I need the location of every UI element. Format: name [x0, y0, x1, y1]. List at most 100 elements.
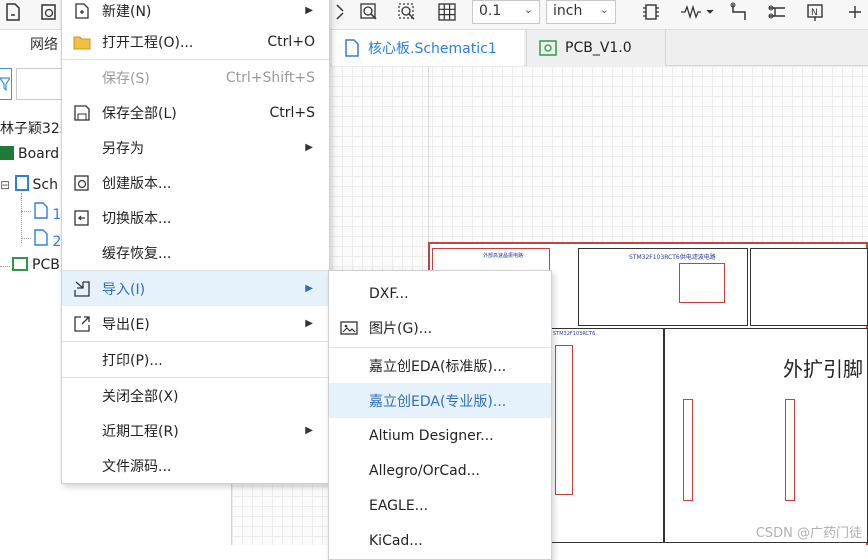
zoom-area-icon[interactable]: [396, 1, 418, 23]
tree-connector: [0, 266, 10, 267]
new-file-icon: [72, 1, 92, 21]
submenu-item-jlc-pro[interactable]: 嘉立创EDA(专业版)...: [329, 383, 551, 418]
zoom-fit-icon[interactable]: [358, 1, 380, 23]
menu-item-close-all-label: 关闭全部(X): [102, 388, 179, 405]
pcb-doc-icon: [539, 40, 557, 56]
menu-item-create-version-label: 创建版本...: [102, 175, 172, 192]
menu-item-switch-version-label: 切换版本...: [102, 210, 172, 227]
schematic-doc-icon: [345, 39, 359, 57]
menu-item-recent-projects[interactable]: 近期工程(R) ▶: [62, 413, 329, 448]
menu-item-recent-projects-label: 近期工程(R): [102, 423, 179, 440]
menu-item-open-project-label: 打开工程(O)...: [102, 34, 194, 51]
tree-connector: [21, 238, 31, 239]
bus-icon[interactable]: [766, 1, 788, 23]
chevron-right-icon: ▶: [305, 425, 313, 436]
tree-connector: [21, 211, 31, 212]
sheet-icon: [34, 229, 48, 246]
menu-item-cache-restore[interactable]: 缓存恢复...: [62, 235, 329, 270]
menu-item-save-as[interactable]: 另存为 ▶: [62, 130, 329, 165]
tab-network[interactable]: 网络: [30, 34, 58, 54]
menu-item-print[interactable]: 打印(P)...: [62, 342, 329, 377]
switch-version-icon: [72, 208, 92, 228]
chevron-right-icon: ▶: [305, 142, 313, 153]
menu-item-save: 保存(S) Ctrl+Shift+S: [62, 60, 329, 95]
submenu-item-dxf[interactable]: DXF...: [329, 276, 551, 311]
menu-item-export[interactable]: 导出(E) ▶: [62, 306, 329, 341]
tree-owner[interactable]: 林子颖32s: [0, 118, 67, 138]
watermark: CSDN @广药门徒: [755, 526, 862, 541]
submenu-item-image[interactable]: 图片(G)...: [329, 310, 551, 345]
chevron-down-icon: ⌄: [523, 3, 533, 16]
net-port-icon[interactable]: [844, 1, 866, 23]
resistor-dropdown-icon[interactable]: [680, 1, 716, 23]
file-menu: 新建(N) ▶ 打开工程(O)... Ctrl+O 保存(S) Ctrl+Shi…: [61, 0, 330, 484]
menu-item-import[interactable]: 导入(I) ▶: [62, 271, 329, 306]
arrows-icon[interactable]: [330, 1, 352, 23]
svg-text:N: N: [811, 8, 818, 18]
headers-title: 外扩引脚: [783, 357, 863, 381]
header-j1: [683, 399, 693, 501]
submenu-item-kicad[interactable]: KiCad...: [329, 523, 551, 558]
block-mcu-title: STM32F103RCT6: [553, 331, 596, 337]
folder-icon: [72, 32, 92, 52]
document-icon[interactable]: [2, 1, 24, 23]
submenu-item-allegro-label: Allegro/OrCad...: [369, 462, 480, 479]
grid-size-select[interactable]: 0.1 ⌄: [472, 0, 540, 24]
submenu-item-allegro[interactable]: Allegro/OrCad...: [329, 453, 551, 488]
tab-pcb[interactable]: PCB_V1.0: [526, 30, 666, 66]
menu-item-new-label: 新建(N): [102, 3, 152, 20]
tree-item-board[interactable]: Board: [0, 146, 59, 162]
menu-item-save-all-shortcut: Ctrl+S: [269, 104, 315, 121]
block-power-filter-title: STM32F103RCT6供电滤波电路: [629, 254, 716, 261]
tab-schematic[interactable]: 核心板.Schematic1: [332, 30, 524, 66]
menu-item-switch-version[interactable]: 切换版本...: [62, 200, 329, 235]
tab-pcb-label: PCB_V1.0: [565, 40, 632, 56]
block-power-filter: STM32F103RCT6供电滤波电路: [578, 248, 748, 326]
tree-item-sheet-2[interactable]: 2: [34, 229, 61, 250]
import-submenu: DXF... 图片(G)... 嘉立创EDA(标准版)... 嘉立创EDA(专业…: [328, 270, 552, 560]
tree-item-sheet-1[interactable]: 1: [34, 202, 61, 223]
menu-item-cache-restore-label: 缓存恢复...: [102, 245, 172, 262]
submenu-item-eagle[interactable]: EAGLE...: [329, 488, 551, 523]
sheet-icon: [34, 202, 48, 219]
block-headers: 外扩引脚: [664, 328, 868, 543]
chip-icon[interactable]: [640, 1, 662, 23]
menu-item-close-all[interactable]: 关闭全部(X): [62, 378, 329, 413]
mcu-symbol: [555, 345, 573, 495]
menu-item-open-project[interactable]: 打开工程(O)... Ctrl+O: [62, 24, 329, 59]
menu-item-save-as-label: 另存为: [102, 140, 144, 157]
grid-icon[interactable]: [436, 1, 458, 23]
chevron-down-icon: ⌄: [599, 3, 609, 16]
menu-item-save-shortcut: Ctrl+Shift+S: [225, 69, 315, 86]
net-label-icon[interactable]: N: [804, 1, 826, 23]
funnel-icon: [0, 77, 12, 92]
filter-button[interactable]: [0, 68, 12, 100]
menu-item-import-label: 导入(I): [102, 281, 146, 298]
header-j2: [785, 399, 795, 501]
clock-doc-icon[interactable]: [38, 1, 60, 23]
clock-doc-icon: [72, 173, 92, 193]
ic-symbol: [679, 263, 725, 303]
submenu-item-jlc-pro-label: 嘉立创EDA(专业版)...: [369, 393, 507, 410]
expand-icon[interactable]: ⊟: [0, 178, 10, 192]
unit-select[interactable]: inch ⌄: [546, 0, 616, 24]
tree-item-pcb[interactable]: PCB: [12, 257, 60, 273]
submenu-item-jlc-standard-label: 嘉立创EDA(标准版)...: [369, 358, 507, 375]
board-icon: [0, 146, 14, 160]
import-icon: [72, 279, 92, 299]
submenu-item-jlc-standard[interactable]: 嘉立创EDA(标准版)...: [329, 348, 551, 383]
menu-item-file-source-label: 文件源码...: [102, 458, 172, 475]
menu-item-file-source[interactable]: 文件源码...: [62, 448, 329, 483]
tree-item-pcb-label: PCB: [32, 257, 60, 273]
chevron-right-icon: ▶: [305, 318, 313, 329]
submenu-item-image-label: 图片(G)...: [369, 320, 433, 337]
menu-item-save-all[interactable]: 保存全部(L) Ctrl+S: [62, 95, 329, 130]
image-icon: [339, 318, 359, 338]
submenu-item-altium-label: Altium Designer...: [369, 427, 494, 444]
unit-value: inch: [553, 3, 583, 19]
wire-icon[interactable]: [728, 1, 750, 23]
tree-item-schematic[interactable]: ⊟ Sch: [0, 175, 58, 193]
submenu-item-altium[interactable]: Altium Designer...: [329, 418, 551, 453]
menu-item-create-version[interactable]: 创建版本...: [62, 165, 329, 200]
menu-item-export-label: 导出(E): [102, 316, 150, 333]
